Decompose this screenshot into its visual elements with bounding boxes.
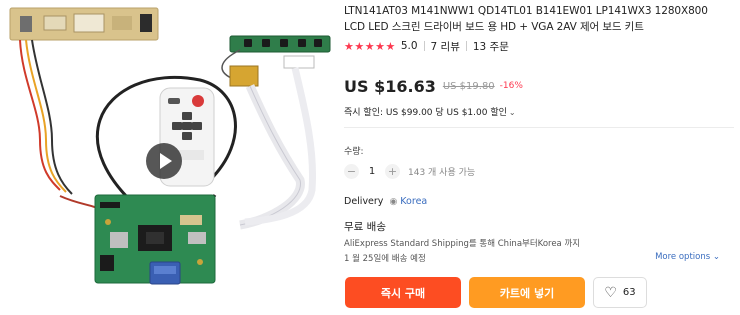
location-pin-icon: ◉ [389,196,398,207]
product-info: LTN141AT03 M141NWW1 QD14TL01 B141EW01 LP… [344,0,734,315]
price-row: US $16.63 US $19.80 -16% [344,75,523,97]
more-options-link[interactable]: More options ⌄ [655,252,720,262]
delivery-row: Delivery ◉ Korea [344,196,427,207]
orders-count: 13 주문 [472,40,509,53]
original-price: US $19.80 [442,80,495,92]
add-to-cart-button[interactable]: 카트에 넣기 [469,277,585,308]
rating-value: 5.0 [400,40,418,52]
delivery-date: 1 월 25일에 배송 예정 [344,254,426,264]
heart-icon: ♡ [604,284,617,301]
quantity-increase-button[interactable]: + [385,163,400,179]
buy-now-button[interactable]: 즉시 구매 [345,277,461,308]
product-image[interactable] [0,0,335,315]
current-price: US $16.63 [344,76,436,96]
quantity-stepper: − 1 + 143 개 사용 가능 [344,162,475,180]
quantity-decrease-button[interactable]: − [344,163,359,179]
rating-stars: ★★★★★ [344,39,396,53]
divider [344,127,734,128]
stock-available: 143 개 사용 가능 [408,167,476,178]
quantity-label: 수량: [344,147,364,157]
chevron-down-icon: ⌄ [508,108,516,117]
discount-badge: -16% [499,81,523,91]
product-title: LTN141AT03 M141NWW1 QD14TL01 B141EW01 LP… [344,5,708,33]
quantity-input[interactable]: 1 [359,166,385,177]
delivery-country-link[interactable]: Korea [400,196,427,207]
separator [423,41,425,51]
shipping-title: 무료 배송 [344,221,386,233]
play-icon [160,153,172,169]
instant-discount-text: 즉시 할인: US $99.00 당 US $1.00 할인 [344,108,507,118]
instant-discount[interactable]: 즉시 할인: US $99.00 당 US $1.00 할인 ⌄ [344,105,516,118]
separator [465,41,467,51]
delivery-label: Delivery [344,196,384,207]
play-video-button[interactable] [146,143,182,179]
rating-row: ★★★★★ 5.0 7 리뷰 13 주문 [344,39,509,53]
chevron-down-icon: ⌄ [712,252,720,262]
reviews-link[interactable]: 7 리뷰 [431,39,460,54]
more-options-label: More options [655,252,711,262]
wishlist-count: 63 [622,287,636,298]
shipping-description: AliExpress Standard Shipping를 통해 China부터… [344,239,581,249]
wishlist-button[interactable]: ♡ 63 [593,277,647,308]
